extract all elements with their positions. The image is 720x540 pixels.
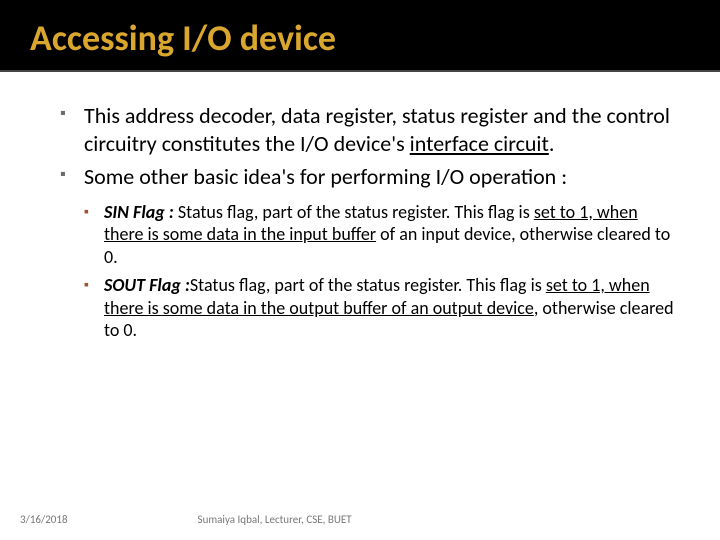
sub-text-pre: Status flag, part of the status register… xyxy=(190,274,546,296)
bullet-text-pre: Some other basic idea's for performing I… xyxy=(84,163,567,190)
sub-text-pre: Status flag, part of the status register… xyxy=(178,201,534,223)
sub-bullet-item: SIN Flag : Status flag, part of the stat… xyxy=(84,201,680,269)
sub-bullet-list: SIN Flag : Status flag, part of the stat… xyxy=(84,201,680,342)
slide-title: Accessing I/O device xyxy=(30,16,690,60)
bullet-item: This address decoder, data register, sta… xyxy=(60,102,680,157)
sub-label: SOUT Flag : xyxy=(104,274,190,296)
title-band: Accessing I/O device xyxy=(0,0,720,72)
footer-author: Sumaiya Iqbal, Lecturer, CSE, BUET xyxy=(198,513,352,526)
bullet-text-post: . xyxy=(549,130,555,157)
sub-label: SIN Flag : xyxy=(104,201,178,223)
main-bullet-list: This address decoder, data register, sta… xyxy=(60,102,680,191)
sub-bullet-item: SOUT Flag :Status flag, part of the stat… xyxy=(84,274,680,342)
bullet-item: Some other basic idea's for performing I… xyxy=(60,163,680,191)
slide-footer: 3/16/2018 Sumaiya Iqbal, Lecturer, CSE, … xyxy=(20,513,700,526)
bullet-text-pre: This address decoder, data register, sta… xyxy=(84,102,670,157)
footer-date: 3/16/2018 xyxy=(20,513,68,526)
slide-content: This address decoder, data register, sta… xyxy=(0,72,720,342)
bullet-text-underline: interface circuit xyxy=(410,130,549,157)
